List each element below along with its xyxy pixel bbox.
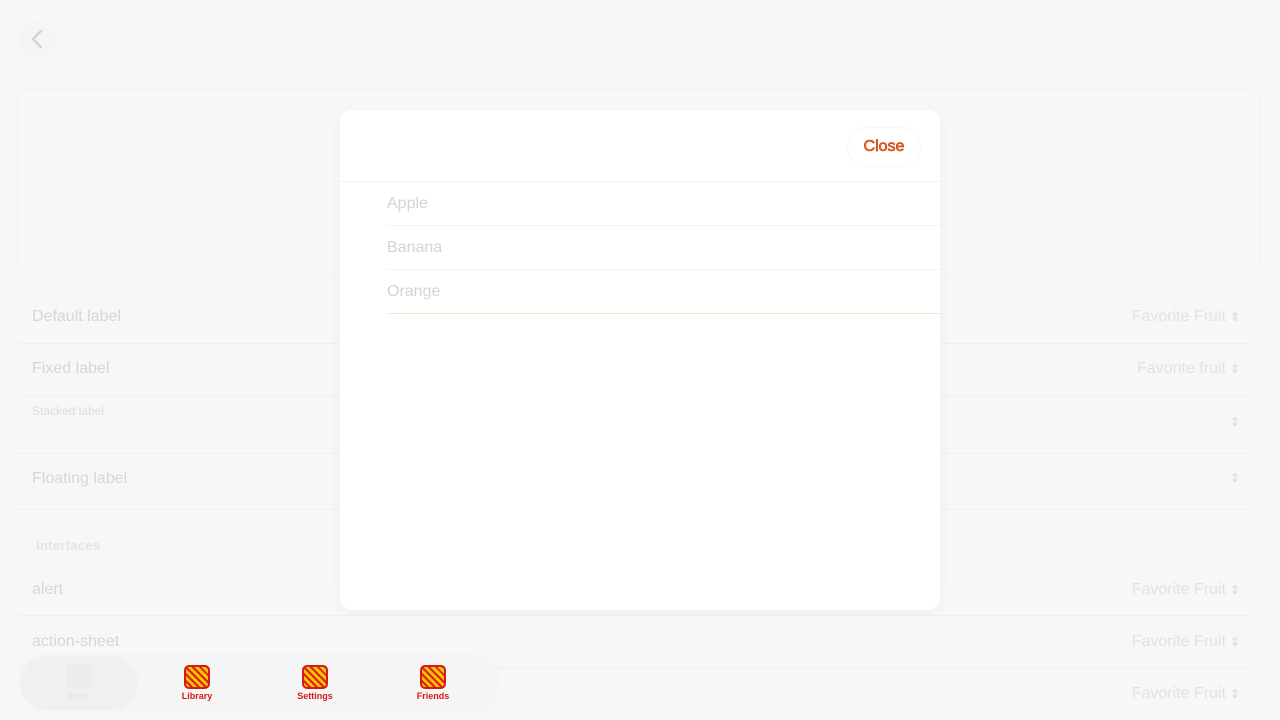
tab-label: Friends [416,691,450,701]
row-label: action-sheet [32,633,120,650]
modal-header: Close [340,110,940,182]
chevron-up-down-icon: ⇕ [1229,362,1240,376]
settings-icon [302,665,328,689]
document-icon [66,665,92,689]
row-value-text: Favorite fruit [1137,360,1226,377]
back-button[interactable] [18,20,56,58]
row-value: Favorite Fruit ⇕ [1132,633,1240,651]
tab-bar: Inbox Library Settings Friends [18,652,500,714]
row-value: Favorite Fruit ⇕ [1132,685,1240,703]
row-label: Fixed label [32,360,110,377]
tab-label: Library [181,691,213,701]
tab-settings[interactable]: Settings [256,656,374,710]
chevron-up-down-icon: ⇕ [1229,687,1240,701]
row-value-text: Favorite Fruit [1131,685,1226,702]
tab-friends[interactable]: Friends [374,656,492,710]
chevron-left-icon [31,29,43,49]
row-value-text: Favorite Fruit [1131,308,1226,325]
row-label: Floating label [32,470,128,487]
row-value: Favorite Fruit ⇕ [1132,308,1240,326]
section-title: Interfaces [36,538,101,553]
option-apple[interactable]: Apple [387,182,940,226]
close-button[interactable]: Close [848,128,920,166]
page: Default label Favorite Fruit ⇕ Fixed lab… [0,0,1280,720]
option-orange[interactable]: Orange [387,270,940,314]
chevron-up-down-icon: ⇕ [1229,415,1240,429]
tab-library[interactable]: Library [138,656,256,710]
option-banana[interactable]: Banana [387,226,940,270]
row-value-text: Favorite Fruit [1131,633,1226,650]
row-label: Default label [32,308,121,325]
chevron-up-down-icon: ⇕ [1229,583,1240,597]
row-value: Favorite Fruit ⇕ [1132,581,1240,599]
tab-inbox[interactable]: Inbox [20,656,138,710]
row-label: Stacked label [32,404,105,418]
row-value: ⇕ [1226,472,1240,484]
tab-label: Settings [297,691,333,701]
chevron-up-down-icon: ⇕ [1229,471,1240,485]
friends-icon [420,665,446,689]
library-icon [184,665,210,689]
row-value: ⇕ [1226,416,1240,428]
row-label: alert [32,581,64,598]
row-value: Favorite fruit ⇕ [1137,360,1240,378]
select-modal: Close Apple Banana Orange [340,110,940,610]
tab-label: Inbox [67,691,91,701]
chevron-up-down-icon: ⇕ [1229,635,1240,649]
chevron-up-down-icon: ⇕ [1229,310,1240,324]
row-value-text: Favorite Fruit [1131,581,1226,598]
